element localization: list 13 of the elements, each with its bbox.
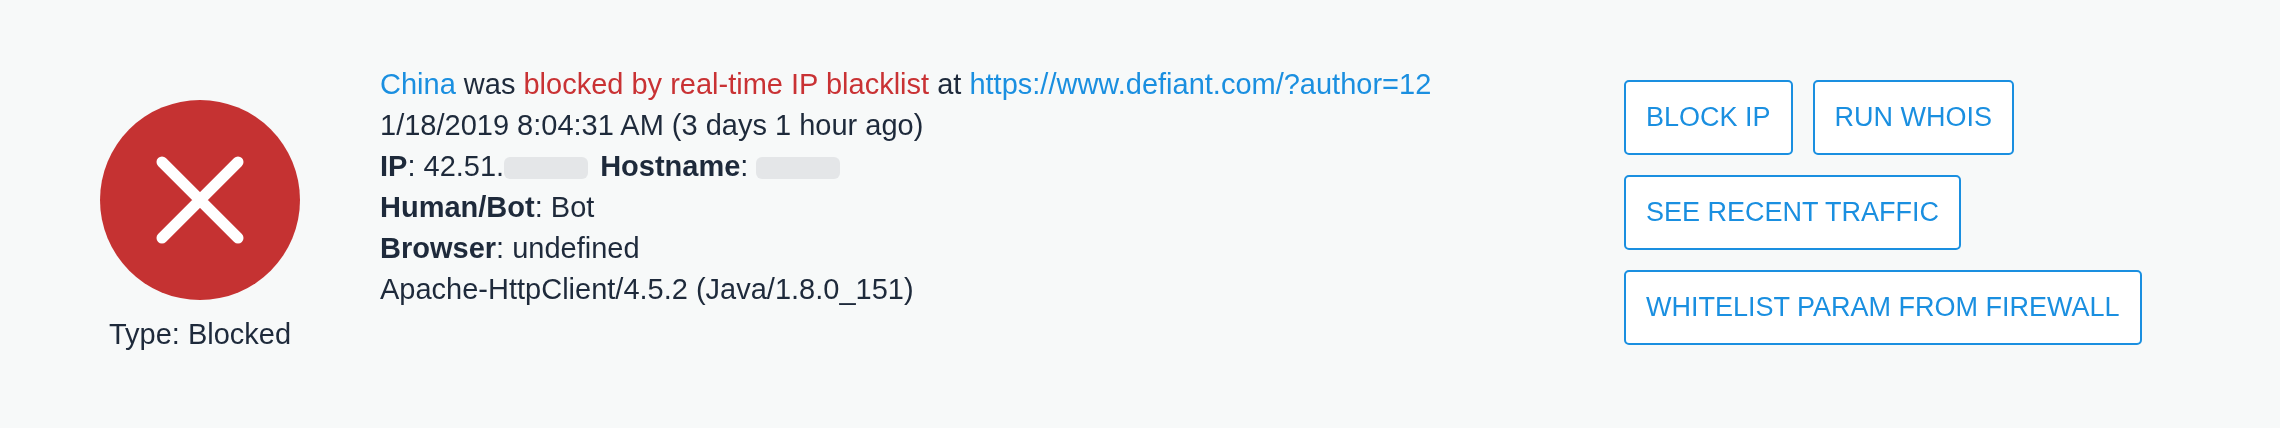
action-button[interactable]: SEE RECENT TRAFFIC: [1624, 175, 1962, 250]
event-message: China was blocked by real-time IP blacklist at https://www.defiant.com/?author=12: [380, 67, 1433, 102]
ip-hostname: IP: 42.51. Hostname:: [380, 146, 1624, 187]
action-button[interactable]: WHITELIST PARAM FROM FIREWALL: [1624, 270, 2142, 345]
human-bot: Human/Bot: Bot: [380, 190, 596, 225]
action-button[interactable]: BLOCK IP: [1624, 80, 1793, 155]
action-button[interactable]: RUN WHOIS: [1812, 80, 2015, 155]
link[interactable]: China: [380, 68, 456, 100]
user-agent: Apache-HttpClient/4.5.2 (Java/1.8.0_151): [380, 272, 915, 307]
type-label: Type: Blocked: [108, 318, 292, 351]
link[interactable]: https://www.defiant.com/?author=12: [969, 68, 1432, 100]
browser: Browser: undefined: [380, 231, 641, 266]
timestamp: 1/18/2019 8:04:31 AM (3 days 1 hour ago): [380, 108, 925, 143]
